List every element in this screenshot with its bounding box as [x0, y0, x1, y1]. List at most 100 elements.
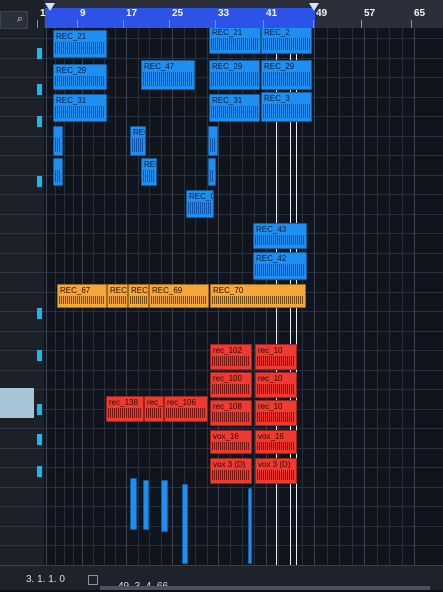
audio-event-label: REC_21 — [212, 28, 243, 37]
audio-event[interactable]: REC_69 — [149, 284, 209, 308]
ruler-tick-label: 41 — [266, 8, 278, 19]
audio-event[interactable]: REC_29 — [209, 60, 260, 90]
audio-event[interactable]: REC_2 — [261, 28, 312, 54]
audio-event[interactable]: rec_10 — [255, 400, 297, 426]
audio-event[interactable]: REC_21 — [53, 30, 107, 58]
audio-event[interactable]: REC_3 — [261, 92, 312, 122]
audio-event[interactable]: rec_108 — [210, 400, 252, 426]
audio-event[interactable]: REC_70 — [210, 284, 306, 308]
track-level-meter — [37, 116, 42, 127]
audio-event[interactable]: REC_29 — [261, 60, 312, 90]
audio-event[interactable]: REC_43 — [253, 223, 307, 249]
bar-line — [46, 28, 47, 565]
audio-event[interactable] — [248, 488, 252, 564]
audio-event[interactable] — [208, 158, 216, 186]
zoom-button[interactable] — [88, 575, 98, 585]
track-header-divider — [0, 370, 44, 371]
beat-line — [339, 28, 340, 565]
audio-event[interactable]: REC_31 — [53, 94, 107, 122]
track-level-meter — [37, 404, 42, 415]
track-level-meter — [37, 176, 42, 187]
arrange-window[interactable]: REC_21 REC_21 REC_2 REC_29 REC_47 REC_29 REC_2… — [44, 28, 443, 565]
audio-event[interactable]: vox 3 (D) — [255, 458, 297, 484]
loop-locator-flag[interactable] — [45, 3, 55, 11]
waveform — [143, 72, 193, 86]
audio-event[interactable] — [182, 484, 188, 564]
track-header-divider — [0, 214, 44, 215]
track-header-divider — [0, 428, 44, 429]
audio-event[interactable]: rec_100 — [210, 372, 252, 398]
horizontal-scrollbar[interactable] — [100, 586, 430, 590]
waveform — [143, 170, 155, 182]
waveform — [55, 138, 61, 152]
audio-event[interactable]: REC — [141, 158, 157, 186]
audio-event[interactable]: rec_106 — [164, 396, 208, 422]
audio-event-label: vox 3 (D) — [213, 460, 246, 469]
selected-track-highlight[interactable] — [0, 388, 34, 418]
audio-event[interactable]: REC_G — [186, 190, 214, 218]
waveform — [212, 296, 304, 304]
search-icon[interactable]: ⌕ — [12, 11, 28, 28]
audio-event-label: REC_3 — [264, 94, 290, 103]
audio-event[interactable] — [143, 480, 149, 530]
track-header-divider — [0, 272, 44, 273]
audio-event[interactable]: rec_ — [144, 396, 164, 422]
waveform — [188, 202, 212, 214]
audio-event[interactable] — [130, 478, 137, 530]
audio-event[interactable]: REC_29 — [53, 64, 107, 90]
audio-event[interactable]: REC_47 — [141, 60, 195, 90]
audio-event-label: rec_108 — [213, 402, 242, 411]
audio-event[interactable] — [53, 158, 63, 186]
waveform — [132, 138, 144, 152]
audio-event-label: vox_16 — [258, 432, 284, 441]
audio-event-label: REC_69 — [152, 286, 183, 295]
audio-event[interactable]: REC — [130, 126, 146, 156]
waveform — [55, 106, 105, 118]
audio-event-label: vox 3 (D) — [258, 460, 291, 469]
ruler-tick-mark — [313, 20, 314, 28]
track-level-meter — [37, 84, 42, 95]
audio-event[interactable]: rec_10 — [255, 372, 297, 398]
track-header-divider — [0, 253, 44, 254]
track-level-meter — [37, 350, 42, 361]
audio-event[interactable]: REC_31 — [209, 94, 260, 122]
audio-event[interactable]: REC_ — [128, 284, 149, 308]
audio-event[interactable]: REC_67 — [57, 284, 107, 308]
audio-event[interactable]: vox_16 — [255, 430, 297, 454]
audio-event[interactable]: REC_42 — [253, 252, 307, 280]
audio-event-label: rec_10 — [258, 374, 283, 383]
track-header-divider — [0, 545, 44, 546]
audio-event-label: rec_10 — [258, 346, 283, 355]
waveform — [130, 296, 147, 304]
audio-event[interactable] — [161, 480, 168, 532]
audio-event-label: REC_31 — [56, 96, 87, 105]
track-header-divider — [0, 331, 44, 332]
audio-event-label: REC_47 — [144, 62, 175, 71]
audio-event[interactable]: REC_ — [107, 284, 128, 308]
audio-event[interactable]: rec_10 — [255, 344, 297, 370]
audio-event[interactable]: REC_21 — [209, 28, 261, 54]
track-header-divider — [0, 38, 44, 39]
waveform — [257, 356, 295, 366]
audio-event[interactable]: rec_138 — [106, 396, 144, 422]
loop-locator-flag[interactable] — [309, 3, 319, 11]
waveform — [212, 470, 250, 480]
audio-event[interactable] — [208, 126, 218, 156]
audio-event-label: rec_138 — [109, 398, 138, 407]
position-display-left: 3. 1. 1. 0 — [26, 574, 65, 585]
audio-event[interactable]: vox 3 (D) — [210, 458, 252, 484]
waveform — [210, 170, 214, 182]
waveform — [257, 412, 295, 422]
ruler-tick-mark — [169, 20, 170, 28]
audio-event[interactable] — [53, 126, 63, 156]
audio-event[interactable]: vox_16 — [210, 430, 252, 454]
ruler-tick-mark — [361, 20, 362, 28]
audio-event[interactable]: rec_102 — [210, 344, 252, 370]
audio-event-label: REC_29 — [264, 62, 295, 71]
audio-event-label: REC_43 — [256, 225, 287, 234]
track-level-meter — [37, 466, 42, 477]
waveform — [257, 384, 295, 394]
track-header-divider — [0, 487, 44, 488]
audio-event-label: REC_ — [110, 286, 127, 295]
waveform — [55, 170, 61, 182]
